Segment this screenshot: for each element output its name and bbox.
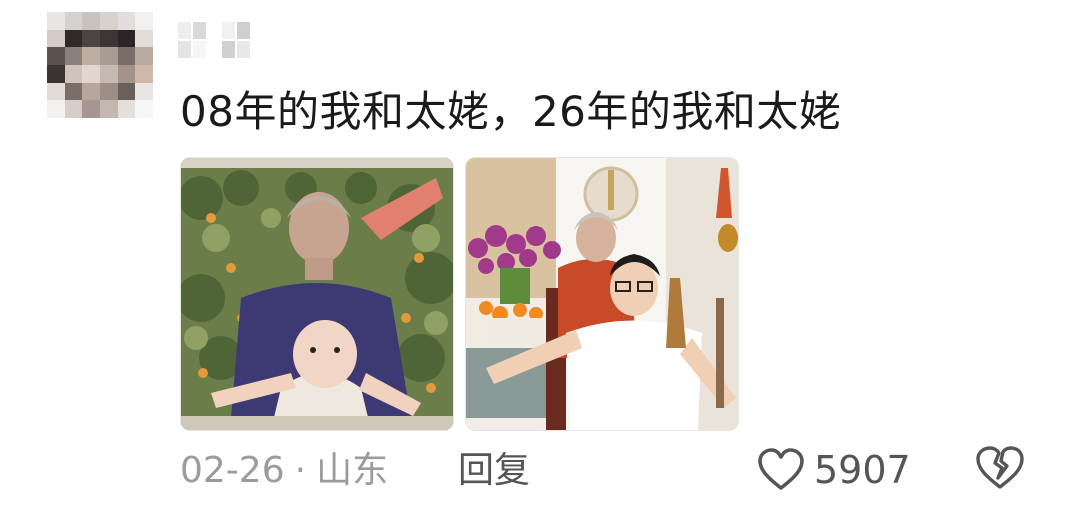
heart-outline-icon (758, 448, 804, 490)
reply-button[interactable]: 回复 (458, 446, 530, 496)
photo-2008-image (181, 158, 453, 430)
comment-item: 08年的我和太姥，26年的我和太姥 02-26 · 山东 回复 5907 (0, 0, 1080, 523)
dislike-button[interactable] (974, 442, 1026, 498)
broken-heart-icon (976, 446, 1024, 489)
meta-separator: · (294, 450, 307, 491)
avatar[interactable] (47, 12, 153, 118)
like-count: 5907 (814, 448, 911, 492)
comment-text: 08年的我和太姥，26年的我和太姥 (180, 87, 842, 136)
like-button[interactable]: 5907 (756, 440, 911, 500)
comment-meta: 02-26 · 山东 (180, 446, 388, 496)
comment-photo-2[interactable] (465, 157, 739, 431)
comment-date: 02-26 (180, 450, 285, 491)
comment-location: 山东 (316, 450, 389, 491)
username-pixelated[interactable] (178, 22, 250, 58)
comment-photo-1[interactable] (180, 157, 454, 431)
photo-2026-image (466, 158, 738, 430)
